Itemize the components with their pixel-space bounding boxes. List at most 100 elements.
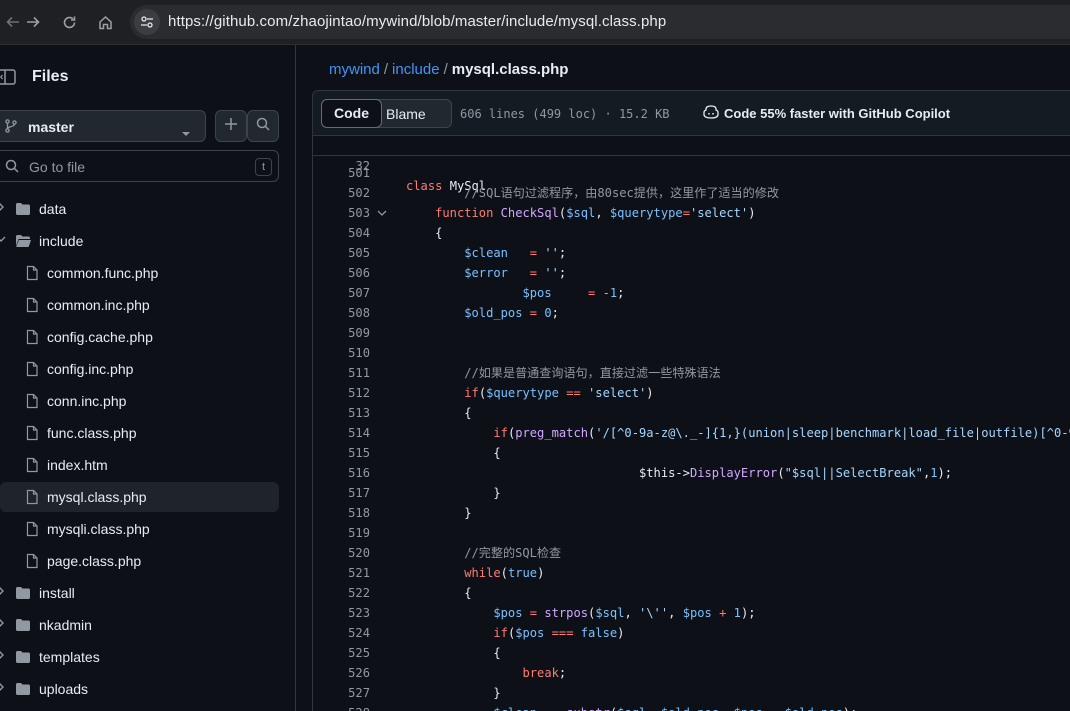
code-line[interactable]: 513 {: [313, 403, 1070, 423]
folder-open-icon: [15, 233, 31, 249]
code-line[interactable]: 504 {: [313, 223, 1070, 243]
line-number[interactable]: 510: [313, 343, 370, 363]
code-line[interactable]: 507 $pos = -1;: [313, 283, 1070, 303]
site-info-icon[interactable]: [134, 9, 160, 35]
line-number[interactable]: 506: [313, 263, 370, 283]
tree-item-mysqli-class-php[interactable]: mysqli.class.php: [0, 514, 279, 544]
tree-item-page-class-php[interactable]: page.class.php: [0, 546, 279, 576]
tab-code[interactable]: Code: [321, 99, 382, 128]
code-line[interactable]: 521 while(true): [313, 563, 1070, 583]
chevron-right-icon[interactable]: [0, 618, 6, 632]
branch-selector[interactable]: master: [0, 110, 206, 142]
line-number[interactable]: 519: [313, 523, 370, 543]
back-icon[interactable]: [2, 11, 24, 33]
tab-blame[interactable]: Blame: [386, 106, 426, 122]
code-line[interactable]: 524 if($pos === false): [313, 623, 1070, 643]
code-text: }: [406, 486, 501, 500]
tree-item-func-class-php[interactable]: func.class.php: [0, 418, 279, 448]
tree-item-index-htm[interactable]: index.htm: [0, 450, 279, 480]
code-line[interactable]: 522 {: [313, 583, 1070, 603]
code-line[interactable]: 501: [313, 163, 1070, 183]
tree-item-uploads[interactable]: uploads: [0, 674, 279, 704]
line-number[interactable]: 522: [313, 583, 370, 603]
breadcrumb-dir-link[interactable]: include: [392, 61, 440, 78]
code-line[interactable]: 527 }: [313, 683, 1070, 703]
sticky-scope-header[interactable]: 32 class MySql: [313, 136, 1070, 193]
code-line[interactable]: 506 $error = '';: [313, 263, 1070, 283]
code-line[interactable]: 526 break;: [313, 663, 1070, 683]
tree-item-config-cache-php[interactable]: config.cache.php: [0, 322, 279, 352]
forward-icon[interactable]: [22, 11, 44, 33]
line-number[interactable]: 507: [313, 283, 370, 303]
code-line[interactable]: 503 function CheckSql($sql, $querytype='…: [313, 203, 1070, 223]
code-line[interactable]: 518 }: [313, 503, 1070, 523]
home-icon[interactable]: [94, 11, 116, 33]
go-to-file-input[interactable]: Go to file t: [0, 150, 279, 182]
line-number[interactable]: 524: [313, 623, 370, 643]
search-button[interactable]: [247, 110, 279, 142]
line-number[interactable]: 511: [313, 363, 370, 383]
line-number[interactable]: 515: [313, 443, 370, 463]
line-number[interactable]: 508: [313, 303, 370, 323]
collapse-sidebar-icon[interactable]: [0, 68, 16, 91]
line-number[interactable]: 517: [313, 483, 370, 503]
code-line[interactable]: 528 $clean .= substr($sql, $old_pos, $po…: [313, 703, 1070, 711]
code-line[interactable]: 511 //如果是普通查询语句，直接过滤一些特殊语法: [313, 363, 1070, 383]
line-number[interactable]: 502: [313, 183, 370, 203]
tree-item-include[interactable]: include: [0, 226, 279, 256]
line-number[interactable]: 523: [313, 603, 370, 623]
tree-item-templates[interactable]: templates: [0, 642, 279, 672]
tree-item-common-func-php[interactable]: common.func.php: [0, 258, 279, 288]
tree-item-install[interactable]: install: [0, 578, 279, 608]
tree-item-data[interactable]: data: [0, 194, 279, 224]
line-number[interactable]: 528: [313, 703, 370, 711]
line-number[interactable]: 503: [313, 203, 370, 223]
line-number[interactable]: 512: [313, 383, 370, 403]
code-line[interactable]: 519: [313, 523, 1070, 543]
line-number[interactable]: 509: [313, 323, 370, 343]
breadcrumb-repo-link[interactable]: mywind: [329, 61, 380, 78]
code-line[interactable]: 505 $clean = '';: [313, 243, 1070, 263]
line-number[interactable]: 505: [313, 243, 370, 263]
code-line[interactable]: 512 if($querytype == 'select'): [313, 383, 1070, 403]
line-number[interactable]: 526: [313, 663, 370, 683]
line-number[interactable]: 518: [313, 503, 370, 523]
tree-item-mysql-class-php[interactable]: mysql.class.php: [0, 482, 279, 512]
chevron-right-icon[interactable]: [0, 650, 6, 664]
code-line[interactable]: 502 //SQL语句过滤程序，由80sec提供，这里作了适当的修改: [313, 183, 1070, 203]
tree-item-nkadmin[interactable]: nkadmin: [0, 610, 279, 640]
chevron-right-icon[interactable]: [0, 586, 6, 600]
code-line[interactable]: 515 {: [313, 443, 1070, 463]
chevron-down-icon[interactable]: [0, 234, 6, 248]
fold-chevron-icon[interactable]: [377, 203, 387, 225]
code-line[interactable]: 520 //完整的SQL检查: [313, 543, 1070, 563]
line-number[interactable]: 513: [313, 403, 370, 423]
add-file-button[interactable]: [215, 110, 247, 142]
tree-item-common-inc-php[interactable]: common.inc.php: [0, 290, 279, 320]
copilot-link[interactable]: Code 55% faster with GitHub Copilot: [703, 105, 950, 122]
code-line[interactable]: 523 $pos = strpos($sql, '\'', $pos + 1);: [313, 603, 1070, 623]
line-number[interactable]: 516: [313, 463, 370, 483]
code-line[interactable]: 517 }: [313, 483, 1070, 503]
chevron-right-icon[interactable]: [0, 682, 6, 696]
folder-icon: [15, 201, 31, 217]
reload-icon[interactable]: [58, 11, 80, 33]
line-number[interactable]: 514: [313, 423, 370, 443]
line-number[interactable]: 501: [313, 163, 370, 183]
line-number[interactable]: 525: [313, 643, 370, 663]
tree-item-config-inc-php[interactable]: config.inc.php: [0, 354, 279, 384]
code-line[interactable]: 509: [313, 323, 1070, 343]
line-number[interactable]: 504: [313, 223, 370, 243]
line-number[interactable]: 521: [313, 563, 370, 583]
code-line[interactable]: 525 {: [313, 643, 1070, 663]
chevron-right-icon[interactable]: [0, 202, 6, 216]
line-number[interactable]: 527: [313, 683, 370, 703]
code-line[interactable]: 516 $this->DisplayError("$sql||SelectBre…: [313, 463, 1070, 483]
code-line[interactable]: 508 $old_pos = 0;: [313, 303, 1070, 323]
address-bar[interactable]: https://github.com/zhaojintao/mywind/blo…: [130, 5, 1070, 39]
code-line[interactable]: 510: [313, 343, 1070, 363]
url-text[interactable]: https://github.com/zhaojintao/mywind/blo…: [168, 13, 666, 30]
code-line[interactable]: 514 if(preg_match('/[^0-9a-z@\._-]{1,}(u…: [313, 423, 1070, 443]
tree-item-conn-inc-php[interactable]: conn.inc.php: [0, 386, 279, 416]
line-number[interactable]: 520: [313, 543, 370, 563]
